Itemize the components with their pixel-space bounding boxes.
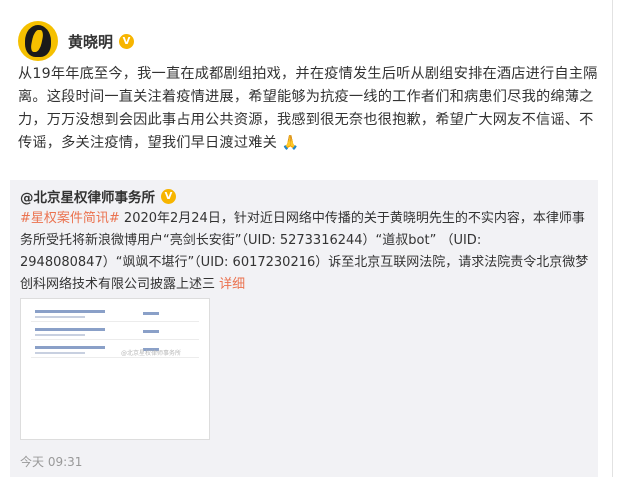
verified-badge-icon: V (161, 188, 176, 204)
repost-author-link[interactable]: @北京星权律师事务所 (20, 186, 155, 206)
post-body: 从19年年底至今，我一直在成都剧组拍戏，并在疫情发生后听从剧组安排在酒店进行自主… (18, 63, 603, 155)
verified-badge-icon: V (119, 33, 135, 49)
doc-row (31, 307, 199, 322)
doc-row (31, 325, 199, 340)
hashtag-link[interactable]: #星权案件简讯# (20, 211, 120, 226)
repost-body: #星权案件简讯# 2020年2月24日，针对近日网络中传播的关于黄晓明先生的不实… (20, 208, 590, 296)
more-link[interactable]: 详细 (219, 277, 245, 292)
pray-emoji-icon: 🙏 (281, 135, 300, 151)
repost-card[interactable]: @北京星权律师事务所 V #星权案件简讯# 2020年2月24日，针对近日网络中… (10, 180, 598, 477)
post-timestamp[interactable]: 今天 09:31 (20, 453, 82, 470)
avatar-icon (25, 25, 51, 57)
right-border (612, 0, 613, 477)
document-thumbnail[interactable]: @北京星权律师事务所 (20, 298, 210, 440)
username[interactable]: 黄晓明 (68, 31, 113, 52)
thumbnail-watermark: @北京星权律师事务所 (121, 350, 182, 357)
post-text: 从19年年底至今，我一直在成都剧组拍戏，并在疫情发生后听从剧组安排在酒店进行自主… (18, 66, 598, 151)
user-avatar[interactable] (18, 21, 58, 61)
post-header: 黄晓明 V (18, 19, 135, 63)
repost-header: @北京星权律师事务所 V (20, 186, 176, 206)
